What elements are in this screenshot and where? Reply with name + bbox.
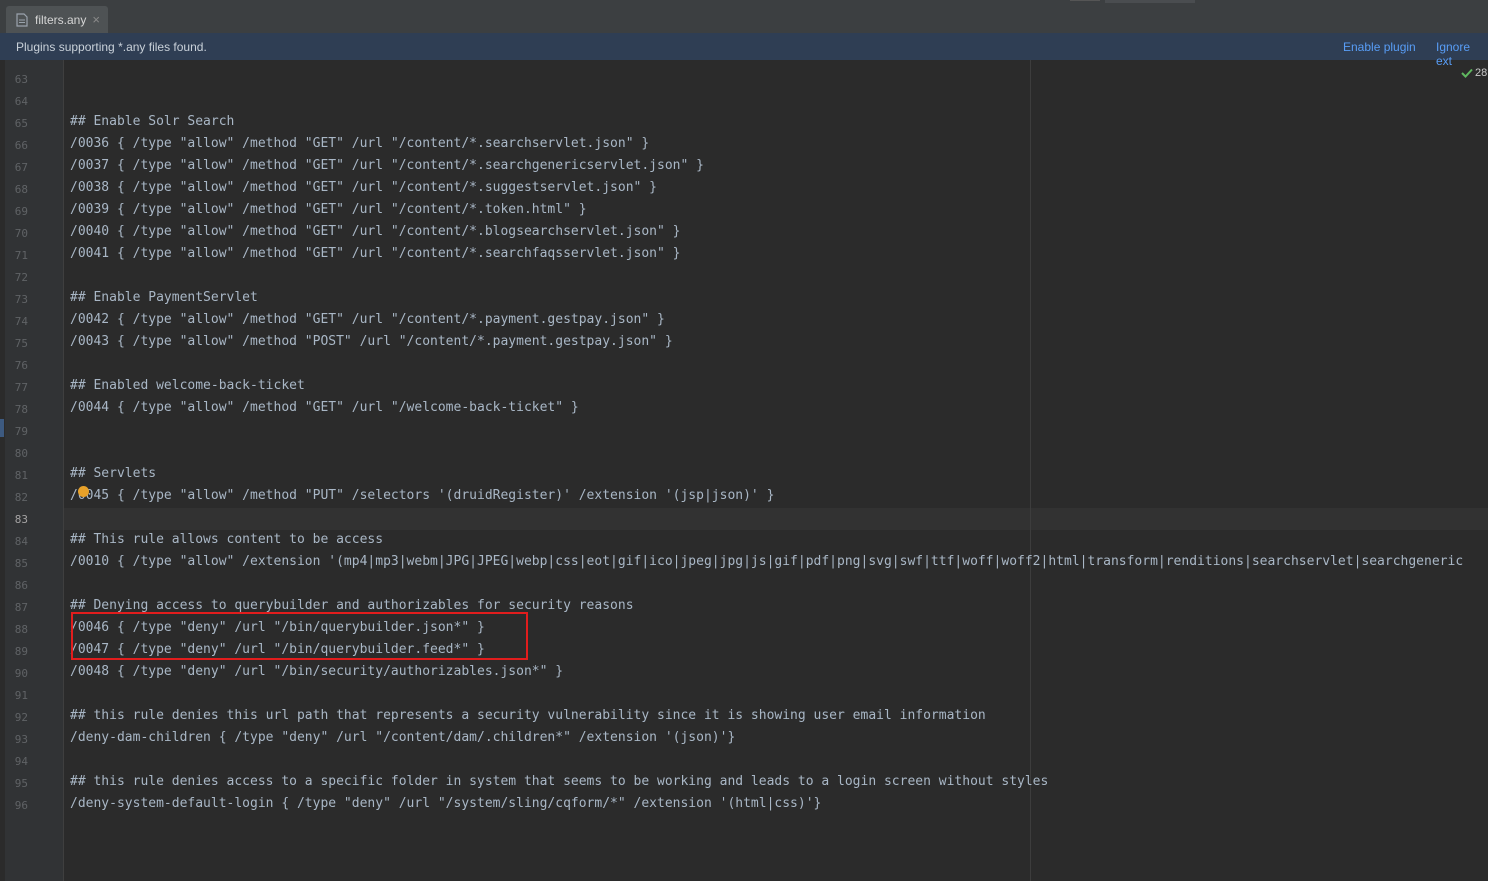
tab-filters-any[interactable]: filters.any ×	[6, 6, 108, 33]
annotation-highlight-box	[71, 612, 528, 660]
code-line[interactable]: /0010 { /type "allow" /extension '(mp4|m…	[70, 551, 1463, 573]
line-number: 77	[14, 381, 28, 394]
line-number: 82	[14, 491, 28, 504]
code-line[interactable]: ## Enable Solr Search	[70, 111, 234, 133]
close-icon[interactable]: ×	[92, 12, 100, 27]
line-number: 71	[14, 249, 28, 262]
code-line[interactable]: ## Enabled welcome-back-ticket	[70, 375, 305, 397]
line-number: 76	[14, 359, 28, 372]
line-number: 89	[14, 645, 28, 658]
line-number: 95	[14, 777, 28, 790]
line-number: 81	[14, 469, 28, 482]
line-number: 67	[14, 161, 28, 174]
line-number: 91	[14, 689, 28, 702]
line-number: 78	[14, 403, 28, 416]
line-number: 70	[14, 227, 28, 240]
line-number: 87	[14, 601, 28, 614]
code-line[interactable]: /0048 { /type "deny" /url "/bin/security…	[70, 661, 563, 683]
editor-tab-bar: filters.any ×	[0, 0, 1488, 34]
line-number: 68	[14, 183, 28, 196]
code-line[interactable]: /deny-dam-children { /type "deny" /url "…	[70, 727, 735, 749]
line-number: 90	[14, 667, 28, 680]
code-line[interactable]: /0036 { /type "allow" /method "GET" /url…	[70, 133, 649, 155]
inspection-status[interactable]: 28	[1461, 67, 1487, 79]
code-line[interactable]: /0037 { /type "allow" /method "GET" /url…	[70, 155, 704, 177]
line-number: 93	[14, 733, 28, 746]
line-number: 85	[14, 557, 28, 570]
plugin-notification-banner: Plugins supporting *.any files found. En…	[0, 33, 1488, 68]
code-line[interactable]: ## Enable PaymentServlet	[70, 287, 258, 309]
line-number: 83	[14, 513, 28, 526]
line-number: 96	[14, 799, 28, 812]
code-line[interactable]: /0044 { /type "allow" /method "GET" /url…	[70, 397, 579, 419]
line-number: 66	[14, 139, 28, 152]
banner-message: Plugins supporting *.any files found.	[16, 40, 207, 54]
code-line[interactable]: ## this rule denies access to a specific…	[70, 771, 1048, 793]
code-line[interactable]: /0043 { /type "allow" /method "POST" /ur…	[70, 331, 673, 353]
code-line[interactable]: ## This rule allows content to be access	[70, 529, 383, 551]
scope-marker	[0, 419, 4, 437]
line-number: 94	[14, 755, 28, 768]
line-number: 65	[14, 117, 28, 130]
line-number: 74	[14, 315, 28, 328]
toolbar-divider	[1070, 0, 1100, 1]
line-number: 80	[14, 447, 28, 460]
line-number: 79	[14, 425, 28, 438]
line-number: 84	[14, 535, 28, 548]
checkmark-icon	[1461, 68, 1473, 78]
toolbar-control[interactable]	[1105, 0, 1195, 3]
tab-label: filters.any	[35, 12, 87, 27]
inspection-count: 28	[1475, 67, 1488, 79]
code-line[interactable]: ## Servlets	[70, 463, 156, 485]
enable-plugin-link[interactable]: Enable plugin	[1343, 40, 1416, 54]
code-line[interactable]: /0041 { /type "allow" /method "GET" /url…	[70, 243, 680, 265]
right-margin-guide	[1030, 60, 1031, 881]
line-number: 73	[14, 293, 28, 306]
line-number: 72	[14, 271, 28, 284]
code-line[interactable]: /0045 { /type "allow" /method "PUT" /sel…	[70, 485, 774, 507]
code-line[interactable]: /0038 { /type "allow" /method "GET" /url…	[70, 177, 657, 199]
caret-row-highlight	[64, 508, 1488, 530]
line-number: 86	[14, 579, 28, 592]
code-line[interactable]: /deny-system-default-login { /type "deny…	[70, 793, 821, 815]
line-number: 64	[14, 95, 28, 108]
line-number: 63	[14, 73, 28, 86]
line-number: 92	[14, 711, 28, 724]
code-line[interactable]: /0042 { /type "allow" /method "GET" /url…	[70, 309, 665, 331]
left-tool-strip	[0, 60, 5, 881]
code-line[interactable]: /0040 { /type "allow" /method "GET" /url…	[70, 221, 680, 243]
line-number: 75	[14, 337, 28, 350]
line-number: 69	[14, 205, 28, 218]
line-number: 88	[14, 623, 28, 636]
code-line[interactable]: ## this rule denies this url path that r…	[70, 705, 986, 727]
intention-bulb-icon[interactable]	[78, 486, 89, 497]
file-icon	[16, 12, 28, 27]
code-line[interactable]: /0039 { /type "allow" /method "GET" /url…	[70, 199, 587, 221]
ignore-extension-link[interactable]: Ignore ext	[1436, 40, 1488, 68]
